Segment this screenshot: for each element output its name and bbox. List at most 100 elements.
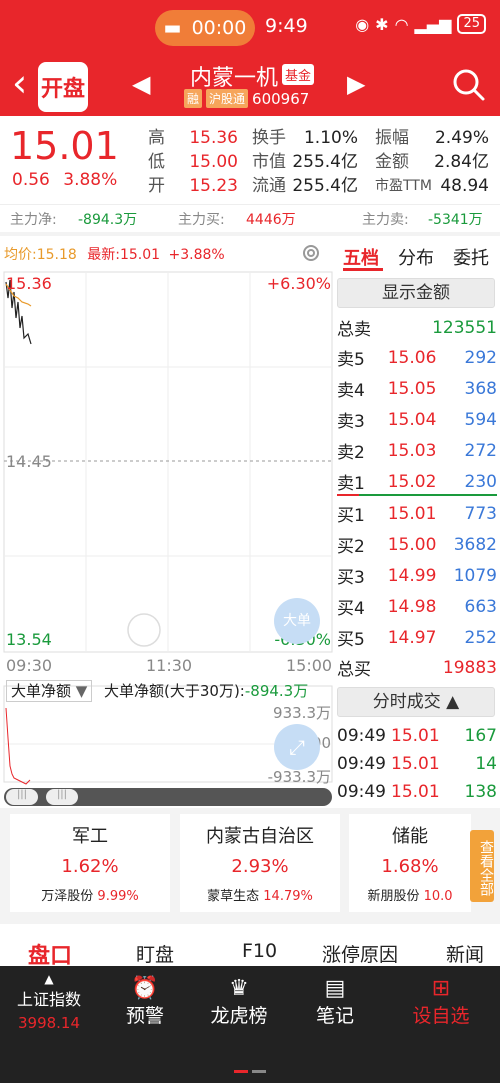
tab-distribution[interactable]: 分布 — [398, 244, 434, 270]
amount-row: 金额 2.84亿 — [375, 152, 489, 172]
buy-level-row[interactable]: 买4 14.98 663 — [337, 591, 497, 622]
wifi-icon: ◠ — [394, 14, 409, 34]
battery-icon: 25 — [457, 14, 486, 34]
tab-dingpan[interactable]: 盯盘 — [136, 940, 174, 967]
dock-dragon-tiger[interactable]: ♛ 龙虎榜 — [206, 976, 272, 1028]
tab-f10[interactable]: F10 — [242, 940, 277, 962]
bottom-dock: ▲ 上证指数 3998.14 ⏰ 预警 ♛ 龙虎榜 ▤ 笔记 ⊞ 设自选 — [0, 966, 500, 1083]
dock-notes[interactable]: ▤ 笔记 — [310, 976, 360, 1028]
triangle-up-icon: ▲ — [440, 692, 460, 712]
expand-icon[interactable]: ⤢ — [274, 724, 320, 770]
ticks-button[interactable]: 分时成交 ▲ — [337, 687, 495, 717]
chart-header: 均价:15.18 最新:15.01 +3.88% — [4, 244, 225, 264]
loading-circle-icon — [127, 613, 161, 647]
amplitude-row: 振幅 2.49% — [375, 128, 489, 148]
spread-divider-left — [337, 494, 359, 496]
order-book-panel: 五档 分布 委托 显示金额 总卖 123551 卖5 15.06 292 卖4 15.0… — [335, 236, 500, 808]
big-order-button[interactable]: 大单 — [274, 598, 320, 644]
market-cap-row: 市值 255.4亿 — [252, 152, 358, 172]
avg-price: 均价:15.18 — [4, 247, 77, 263]
hgt-tag: 沪股通 — [206, 89, 249, 108]
mid-price-label: 14.45 — [6, 452, 52, 471]
top-pct-label: +6.30% — [266, 274, 331, 293]
index-value: 3998.14 — [17, 1014, 81, 1032]
tab-limit-reason[interactable]: 涨停原因 — [322, 940, 398, 967]
back-arrow-icon[interactable]: ‹ — [12, 64, 27, 102]
buy-level-row[interactable]: 买3 14.99 1079 — [337, 560, 497, 591]
view-all-button[interactable]: 查看全部 — [470, 830, 494, 902]
scroll-handle-right[interactable]: ||| — [46, 789, 78, 805]
sell-level-row[interactable]: 卖4 15.05 368 — [337, 373, 497, 404]
camera-icon: ▬ — [163, 17, 182, 39]
status-bar: ▬ 00:00 9:49 ◉ ✱ ◠ ▂▄▆ 25 — [0, 0, 500, 56]
index-widget[interactable]: ▲ 上证指数 3998.14 — [14, 972, 84, 1032]
quote-col-3: 振幅 2.49% 金额 2.84亿 市盈TTM 48.94 — [375, 126, 489, 198]
search-icon[interactable] — [452, 68, 486, 102]
tab-news[interactable]: 新闻 — [446, 940, 484, 967]
signal-icon: ▂▄▆ — [414, 14, 452, 34]
main-sell-value: -5341万 — [428, 212, 483, 228]
status-icons: ◉ ✱ ◠ ▂▄▆ 25 — [355, 14, 486, 34]
high-row: 高 15.36 — [148, 128, 238, 148]
total-sell-row: 总卖 123551 — [337, 317, 497, 341]
main-net-label: 主力净: — [10, 212, 57, 228]
record-time: 00:00 — [191, 17, 247, 39]
sector-card[interactable]: 军工 1.62% 万泽股份 9.99% — [10, 814, 170, 912]
scroll-handle-left[interactable]: ||| — [6, 789, 38, 805]
show-amount-button[interactable]: 显示金额 — [337, 278, 495, 308]
prev-stock-icon[interactable]: ◀ — [132, 70, 150, 98]
tab-entrust[interactable]: 委托 — [453, 244, 489, 270]
crown-icon: ♛ — [229, 976, 249, 1001]
tab-five-levels[interactable]: 五档 — [343, 244, 379, 270]
sell-level-row[interactable]: 卖1 15.02 230 — [337, 466, 497, 497]
triangle-up-icon: ▲ — [44, 972, 54, 986]
screen-record-pill[interactable]: ▬ 00:00 — [155, 10, 255, 46]
float-cap-row: 流通 255.4亿 — [252, 176, 358, 196]
dock-add-watchlist[interactable]: ⊞ 设自选 — [408, 976, 474, 1028]
current-price: 15.01 — [10, 124, 119, 168]
next-stock-icon[interactable]: ▶ — [347, 70, 365, 98]
tick-row: 09:49 15.01 138 — [337, 781, 497, 802]
bottom-tabs: 盘口 盯盘 F10 涨停原因 新闻 — [0, 924, 500, 969]
sector-card[interactable]: 储能 1.68% 新朋股份 10.0 — [349, 814, 471, 912]
tick-row: 09:49 15.01 167 — [337, 725, 497, 746]
net-amount-row: 大单净额(大于30万):-894.3万 — [104, 682, 309, 700]
latest-pct: +3.88% — [168, 247, 225, 263]
sell-level-row[interactable]: 卖2 15.03 272 — [337, 435, 497, 466]
change-pct: 3.88% — [63, 170, 118, 190]
stock-name: 内蒙一机 — [190, 66, 279, 91]
page-indicator — [252, 1070, 266, 1073]
index-name: 上证指数 — [16, 990, 81, 1009]
bottom-price-label: 13.54 — [6, 630, 52, 649]
sell-level-row[interactable]: 卖5 15.06 292 — [337, 342, 497, 373]
main-net-value: -894.3万 — [78, 212, 138, 228]
buy-level-row[interactable]: 买5 14.97 252 — [337, 622, 497, 653]
sub-top-label: 933.3万 — [273, 704, 331, 722]
buy-level-row[interactable]: 买2 15.00 3682 — [337, 529, 497, 560]
kaipan-button[interactable]: 开盘 — [38, 62, 88, 112]
sell-level-row[interactable]: 卖3 15.04 594 — [337, 404, 497, 435]
low-row: 低 15.00 — [148, 152, 238, 172]
page-indicator-active — [234, 1070, 248, 1073]
alarm-clock-icon: ⏰ — [131, 976, 159, 1001]
time-scrollbar[interactable]: ||| ||| — [4, 788, 332, 806]
settings-gear-icon[interactable] — [300, 242, 322, 264]
total-buy-row: 总买 19883 — [337, 657, 497, 681]
sector-card[interactable]: 内蒙古自治区 2.93% 蒙草生态 14.79% — [180, 814, 340, 912]
open-row: 开 15.23 — [148, 176, 238, 196]
fund-badge: 基金 — [282, 64, 315, 85]
chevron-down-icon: ▼ — [71, 682, 88, 700]
net-flow-line — [5, 707, 31, 785]
intraday-chart-panel: 均价:15.18 最新:15.01 +3.88% 15.36 +6.30% 14… — [0, 236, 335, 808]
buy-level-row[interactable]: 买1 15.01 773 — [337, 498, 497, 529]
dock-alert[interactable]: ⏰ 预警 — [120, 976, 170, 1028]
net-select-dropdown[interactable]: 大单净额 ▼ — [6, 680, 93, 702]
quote-panel: 15.01 0.56 3.88% 高 15.36 低 15.00 开 15.23 换手… — [0, 116, 500, 204]
quote-col-1: 高 15.36 低 15.00 开 15.23 — [148, 126, 238, 198]
clock: 9:49 — [265, 15, 308, 37]
pe-row: 市盈TTM 48.94 — [375, 176, 489, 196]
change-amount: 0.56 — [12, 170, 50, 190]
spread-divider — [337, 494, 497, 496]
eye-icon: ◉ — [355, 14, 370, 34]
turnover-row: 换手 1.10% — [252, 128, 358, 148]
